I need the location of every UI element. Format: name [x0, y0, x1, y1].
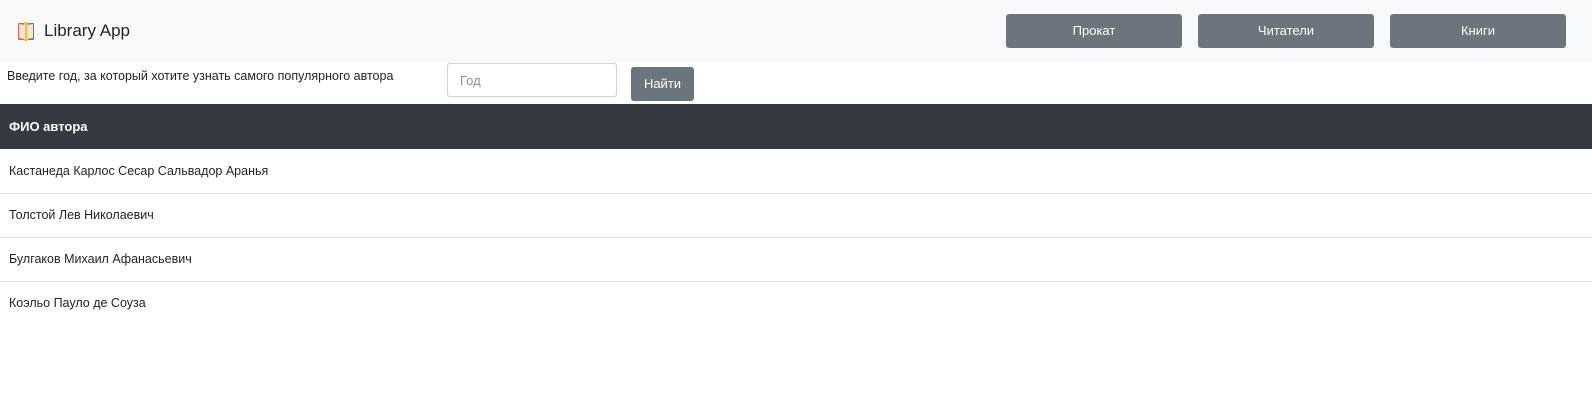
table-row: Коэльо Пауло де Соуза	[0, 280, 1592, 325]
find-button[interactable]: Найти	[631, 67, 694, 101]
table-row: Толстой Лев Николаевич	[0, 192, 1592, 237]
authors-table: ФИО автора Кастанеда Карлос Сесар Сальва…	[0, 104, 1592, 325]
table-row: Булгаков Михаил Афанасьевич	[0, 236, 1592, 281]
nav-books-button[interactable]: Книги	[1390, 14, 1566, 48]
author-name-cell: Толстой Лев Николаевич	[0, 192, 1592, 237]
year-input[interactable]	[447, 63, 617, 97]
nav-rental-button[interactable]: Прокат	[1006, 14, 1182, 48]
author-name-cell: Булгаков Михаил Афанасьевич	[0, 236, 1592, 281]
year-search-label: Введите год, за который хотите узнать са…	[7, 69, 394, 83]
author-name-cell: Коэльо Пауло де Соуза	[0, 280, 1592, 325]
table-header-row: ФИО автора	[0, 104, 1592, 149]
brand-link[interactable]: Library App	[16, 20, 130, 42]
column-header-author-name: ФИО автора	[0, 104, 1592, 149]
book-icon	[16, 20, 36, 42]
navbar: Library App Прокат Читатели Книги	[0, 0, 1592, 62]
table-row: Кастанеда Карлос Сесар Сальвадор Аранья	[0, 149, 1592, 193]
nav-readers-button[interactable]: Читатели	[1198, 14, 1374, 48]
author-name-cell: Кастанеда Карлос Сесар Сальвадор Аранья	[9, 163, 269, 178]
brand-title: Library App	[44, 21, 130, 40]
